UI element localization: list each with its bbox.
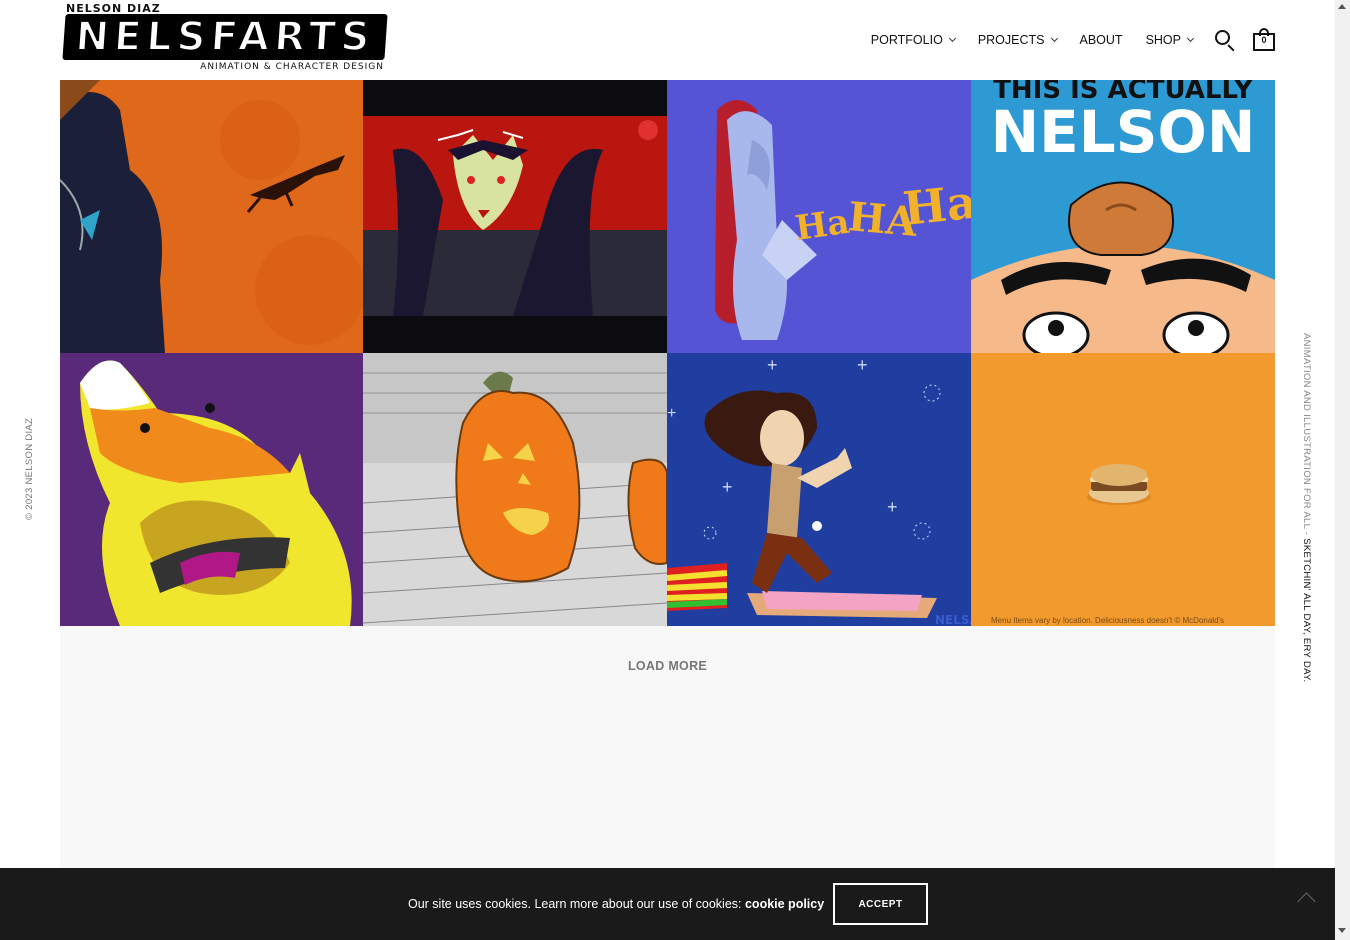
portfolio-tile-ha-ha-ha[interactable]: Ha HA Ha (667, 80, 971, 353)
cookie-text: Our site uses cookies. Learn more about … (408, 897, 824, 911)
nav-item-label: PROJECTS (977, 33, 1045, 47)
ha-ha-ha-artwork: Ha HA Ha (667, 80, 971, 353)
svg-text:+: + (887, 497, 898, 517)
chevron-down-icon (948, 34, 956, 42)
main-nav: PORTFOLIO PROJECTS ABOUT SHOP 0 (848, 26, 1275, 54)
scroll-down-arrow-icon[interactable] (1338, 928, 1346, 933)
svg-text:+: + (767, 355, 778, 375)
nav-item-projects[interactable]: PROJECTS (977, 33, 1058, 47)
portfolio-tile-jack-o-lantern[interactable] (363, 353, 667, 626)
cart-count: 0 (1261, 35, 1267, 45)
scrollbar[interactable] (1335, 0, 1350, 940)
portfolio-tile-samurai-horse[interactable] (60, 80, 363, 353)
portfolio-tile-breakfast-sandwich[interactable]: Menu Items vary by location. Deliciousne… (971, 353, 1275, 626)
svg-text:+: + (857, 355, 868, 375)
load-more-area: LOAD MORE (60, 626, 1275, 868)
scroll-up-arrow-icon[interactable] (1338, 4, 1346, 9)
nav-item-label: ABOUT (1079, 33, 1123, 47)
nav-item-about[interactable]: ABOUT (1080, 33, 1123, 47)
copyright-text: © 2023 NELSON DIAZ (24, 417, 35, 520)
load-more-button[interactable]: LOAD MORE (60, 659, 1275, 673)
search-icon[interactable] (1213, 28, 1237, 52)
nav-item-shop[interactable]: SHOP (1145, 33, 1195, 47)
site-logo[interactable]: NELSON DIAZ NELSFARTS ANIMATION & CHARAC… (62, 2, 388, 74)
ha-word: Ha (901, 175, 971, 236)
nav-item-portfolio[interactable]: PORTFOLIO (870, 33, 956, 47)
tagline-part-b: SKETCHIN' ALL DAY, ERY DAY. (1301, 538, 1312, 683)
svg-text:+: + (667, 405, 676, 422)
cookie-policy-link[interactable]: cookie policy (745, 897, 824, 911)
this-is-actually-nelson-artwork: THIS IS ACTUALLY NELSON (971, 80, 1275, 353)
accept-cookies-button[interactable]: ACCEPT (833, 883, 928, 925)
site-header: NELSON DIAZ NELSFARTS ANIMATION & CHARAC… (0, 0, 1335, 80)
candy-corn-monster-artwork (60, 353, 363, 626)
page: NELSON DIAZ NELSFARTS ANIMATION & CHARAC… (0, 0, 1350, 940)
portfolio-grid: Ha HA Ha THIS IS ACTUALLY NELSON + + + +… (60, 80, 1275, 626)
chevron-down-icon (1186, 34, 1195, 42)
samurai-horse-artwork (60, 80, 363, 353)
portfolio-tile-rock-wizard[interactable]: + + + + + NELSAR (667, 353, 971, 626)
cookie-message: Our site uses cookies. Learn more about … (408, 897, 745, 911)
site-tagline: ANIMATION AND ILLUSTRATION FOR ALL - SKE… (1301, 333, 1312, 682)
logo-wordmark-text: NELSFARTS (73, 13, 377, 61)
svg-text:+: + (722, 477, 733, 497)
rock-wizard-artwork: + + + + + NELSAR (667, 353, 971, 626)
vampire-artwork (363, 80, 667, 353)
tile-caption-line2: NELSON (991, 98, 1256, 166)
tile-caption: Menu Items vary by location. Deliciousne… (991, 616, 1224, 625)
jack-o-lantern-artwork (363, 353, 667, 626)
portfolio-tile-vampire[interactable] (363, 80, 667, 353)
tagline-part-a: ANIMATION AND ILLUSTRATION FOR ALL - (1301, 333, 1312, 539)
shopping-bag-icon[interactable]: 0 (1253, 28, 1275, 52)
nav-item-label: PORTFOLIO (870, 33, 943, 47)
nav-item-label: SHOP (1145, 33, 1181, 47)
portfolio-tile-this-is-actually-nelson[interactable]: THIS IS ACTUALLY NELSON (971, 80, 1275, 353)
back-to-top-icon[interactable] (1295, 886, 1319, 911)
chevron-down-icon (1050, 34, 1058, 42)
portfolio-tile-candy-corn[interactable] (60, 353, 363, 626)
cookie-bar: Our site uses cookies. Learn more about … (0, 868, 1335, 940)
breakfast-sandwich-artwork: Menu Items vary by location. Deliciousne… (971, 353, 1275, 626)
logo-wordmark: NELSFARTS (62, 13, 388, 61)
ha-word: Ha (793, 202, 852, 249)
logo-subtitle: ANIMATION & CHARACTER DESIGN (200, 62, 384, 72)
tile-watermark: NELSAR (935, 613, 971, 626)
